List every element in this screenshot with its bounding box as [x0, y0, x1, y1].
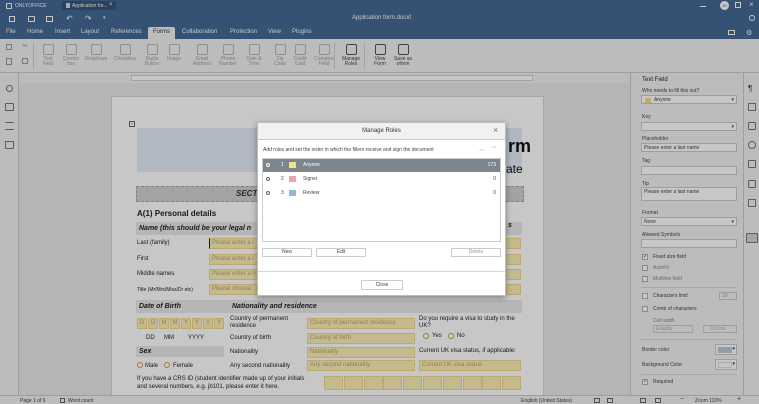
role-field-count: 173 — [487, 162, 496, 168]
dialog-description: Add roles and set the order in which the… — [263, 147, 434, 153]
drag-handle-icon[interactable] — [266, 177, 270, 181]
move-up-icon[interactable]: ︿ — [479, 144, 485, 153]
role-row[interactable]: 2 Signer 0 — [263, 173, 500, 186]
role-order: 3 — [281, 190, 284, 196]
role-field-count: 0 — [493, 190, 496, 196]
delete-role-button[interactable]: Delete — [451, 248, 501, 257]
manage-roles-dialog: Manage Roles × Add roles and set the ord… — [257, 122, 506, 296]
role-field-count: 0 — [493, 176, 496, 182]
move-down-icon[interactable]: ﹀ — [491, 144, 497, 153]
role-name: Signer — [303, 176, 318, 182]
role-row[interactable]: 3 Review 0 — [263, 187, 500, 200]
dialog-footer-divider — [258, 271, 505, 272]
role-color-swatch — [289, 162, 296, 168]
role-color-swatch — [289, 176, 296, 182]
close-button[interactable]: Close — [361, 280, 403, 290]
role-order: 2 — [281, 176, 284, 182]
dialog-title: Manage Roles — [362, 128, 401, 134]
drag-handle-icon[interactable] — [266, 191, 270, 195]
role-order: 1 — [281, 162, 284, 168]
role-color-swatch — [289, 190, 296, 196]
close-icon[interactable]: × — [493, 125, 498, 135]
edit-role-button[interactable]: Edit — [316, 248, 366, 257]
role-row[interactable]: 1 Anyone 173 — [263, 159, 500, 172]
role-name: Anyone — [303, 162, 320, 168]
dialog-header: Manage Roles × — [258, 123, 505, 140]
drag-handle-icon[interactable] — [266, 163, 270, 167]
roles-list: 1 Anyone 173 2 Signer 0 3 Review 0 — [262, 158, 501, 242]
new-role-button[interactable]: New — [262, 248, 312, 257]
role-name: Review — [303, 190, 320, 196]
